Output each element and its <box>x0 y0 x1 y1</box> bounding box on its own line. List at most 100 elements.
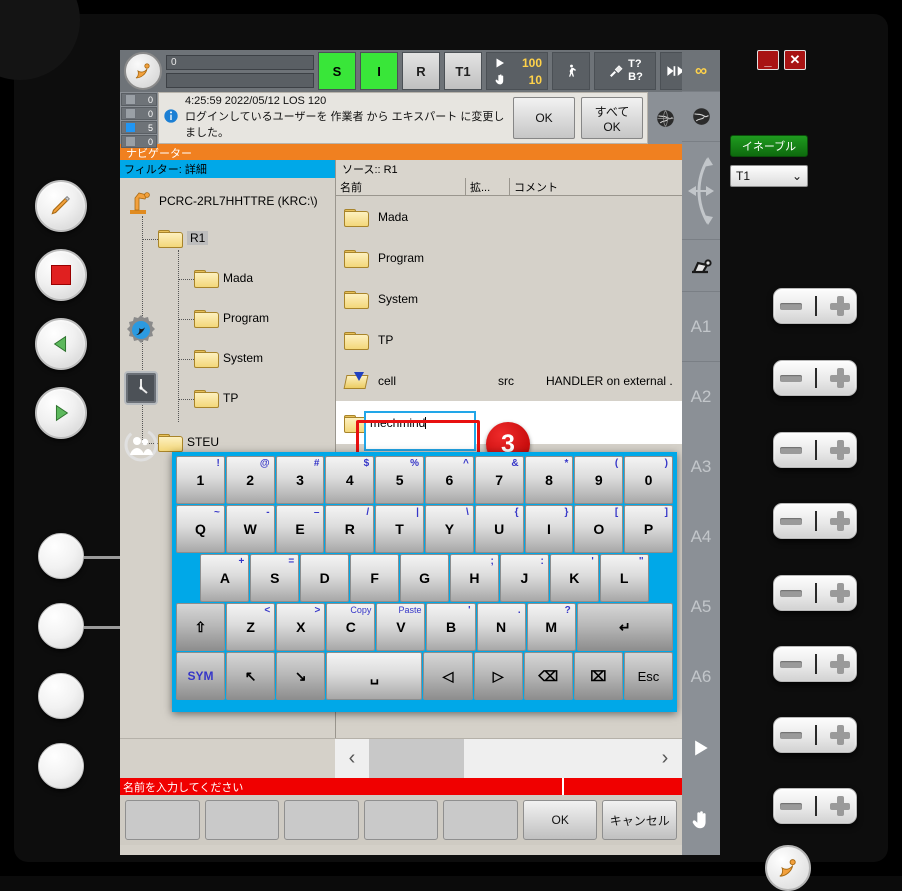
key-r[interactable]: / R <box>325 505 375 553</box>
clock-button[interactable] <box>124 371 158 410</box>
key-p[interactable]: ] P <box>624 505 673 553</box>
increment-indicator[interactable]: ∞ <box>682 50 720 92</box>
key-i[interactable]: } I <box>524 505 574 553</box>
end-key[interactable]: ↘ <box>276 652 326 700</box>
key-3[interactable]: #3 <box>275 456 325 504</box>
key-6[interactable]: ^ 6 <box>424 456 474 504</box>
tree-node-r1[interactable]: R1 <box>158 228 209 248</box>
ok-button[interactable]: OK <box>522 800 598 840</box>
key-7[interactable]: & 7 <box>474 456 524 504</box>
close-button[interactable]: ✕ <box>784 50 806 70</box>
softkey-2[interactable] <box>204 800 280 840</box>
key-h[interactable]: ; H <box>449 554 499 602</box>
key-y[interactable]: \ Y <box>424 505 474 553</box>
key-8[interactable]: * 8 <box>524 456 574 504</box>
key-s[interactable]: = S <box>250 554 300 602</box>
key-0[interactable]: ) 0 <box>624 456 673 504</box>
delete-key[interactable]: ⌧ <box>573 652 623 700</box>
stop-button[interactable] <box>35 249 87 301</box>
program-override-rocker[interactable] <box>773 717 857 753</box>
kuka-menu-button[interactable] <box>124 52 162 90</box>
start-button[interactable] <box>35 387 87 439</box>
key-c[interactable]: Copy C <box>326 603 376 651</box>
plus-icon[interactable] <box>829 583 850 603</box>
key-g[interactable]: G <box>400 554 449 602</box>
key-4[interactable]: $4 <box>325 456 375 504</box>
softkey-5[interactable] <box>443 800 518 840</box>
message-counter-ack[interactable]: 0 <box>121 93 157 106</box>
minus-icon[interactable] <box>780 660 803 668</box>
globe-indicator[interactable] <box>682 92 720 142</box>
axis-rocker-a5[interactable] <box>773 575 857 611</box>
key-x[interactable]: > X <box>276 603 326 651</box>
program-name-field[interactable] <box>166 72 314 88</box>
escape-key[interactable]: Esc <box>623 652 673 700</box>
key-2[interactable]: @2 <box>225 456 275 504</box>
table-row[interactable]: cell src HANDLER on external . <box>336 360 682 401</box>
blank-button-1[interactable] <box>38 533 84 579</box>
plus-icon[interactable] <box>829 440 850 460</box>
tree-node-mada[interactable]: Mada <box>194 268 253 288</box>
blank-button-3[interactable] <box>38 673 84 719</box>
message-counter-warning[interactable]: 0 <box>121 107 157 120</box>
table-row[interactable]: Mada <box>336 196 682 237</box>
axis-rocker-a6[interactable] <box>773 646 857 682</box>
navigator-filter[interactable]: フィルター: 詳細 <box>120 160 335 178</box>
user-button[interactable] <box>124 428 158 467</box>
minus-icon[interactable] <box>780 374 803 382</box>
key-z[interactable]: < Z <box>226 603 276 651</box>
plus-icon[interactable] <box>829 796 850 816</box>
on-screen-keyboard[interactable]: ! 1 @2 #3 $4 % 5 ^ 6 & 7 * 8 (9 ) 0 ~ Q -W – E /… <box>172 452 677 712</box>
new-folder-name-editor[interactable]: mechmind <box>364 411 476 451</box>
tree-node-steu[interactable]: STEU <box>158 432 219 452</box>
key-k[interactable]: ' K <box>549 554 599 602</box>
tree-root[interactable]: PCRC-2RL7HHTTRE (KRC:\) <box>128 186 318 216</box>
space-key[interactable]: ␣ <box>326 652 423 700</box>
tree-node-tp[interactable]: TP <box>194 388 238 408</box>
cursor-right-key[interactable]: ▷ <box>473 652 523 700</box>
minus-icon[interactable] <box>780 302 803 310</box>
shift-key[interactable]: ⇧ <box>176 603 226 651</box>
key-m[interactable]: ? M <box>526 603 576 651</box>
key-t[interactable]: | T <box>375 505 424 553</box>
operating-mode-button[interactable] <box>552 52 590 90</box>
jog-direction-indicator[interactable] <box>682 142 720 240</box>
minus-icon[interactable] <box>780 802 803 810</box>
table-row[interactable]: TP <box>336 319 682 360</box>
status-indicator-s[interactable]: S <box>318 52 356 90</box>
jog-override-rocker[interactable] <box>773 788 857 824</box>
home-key[interactable]: ↖ <box>226 652 276 700</box>
plus-icon[interactable] <box>829 511 850 531</box>
axis-rocker-a3[interactable] <box>773 432 857 468</box>
status-indicator-t1[interactable]: T1 <box>444 52 482 90</box>
key-l[interactable]: " L <box>599 554 649 602</box>
key-u[interactable]: {U <box>474 505 524 553</box>
message-counter-info[interactable]: 5 <box>121 121 157 134</box>
increment-step-button[interactable] <box>660 52 682 90</box>
sym-key[interactable]: SYM <box>176 652 226 700</box>
softkey-3[interactable] <box>284 800 359 840</box>
status-indicator-r[interactable]: R <box>402 52 440 90</box>
minus-icon[interactable] <box>780 446 803 454</box>
column-header-ext[interactable]: 拡... <box>466 178 510 195</box>
tool-base-button[interactable]: T? B? <box>594 52 656 90</box>
key-o[interactable]: [O <box>574 505 624 553</box>
plus-icon[interactable] <box>829 368 850 388</box>
key-e[interactable]: – E <box>275 505 325 553</box>
key-j[interactable]: :J <box>499 554 549 602</box>
column-header-name[interactable]: 名前 <box>336 178 466 195</box>
plus-icon[interactable] <box>829 654 850 674</box>
cancel-button[interactable]: キャンセル <box>602 800 678 840</box>
globe-button[interactable] <box>648 92 682 144</box>
key-v[interactable]: Paste V <box>376 603 426 651</box>
minus-icon[interactable] <box>780 517 803 525</box>
key-w[interactable]: -W <box>225 505 275 553</box>
status-indicator-i[interactable]: I <box>360 52 398 90</box>
edit-button[interactable] <box>35 180 87 232</box>
coord-system-indicator[interactable] <box>682 240 720 292</box>
chevron-right-icon[interactable]: › <box>648 747 682 770</box>
program-line-field[interactable]: 0 <box>166 54 314 70</box>
minimize-button[interactable]: _ <box>757 50 779 70</box>
key-n[interactable]: .N <box>476 603 526 651</box>
blank-button-4[interactable] <box>38 743 84 789</box>
